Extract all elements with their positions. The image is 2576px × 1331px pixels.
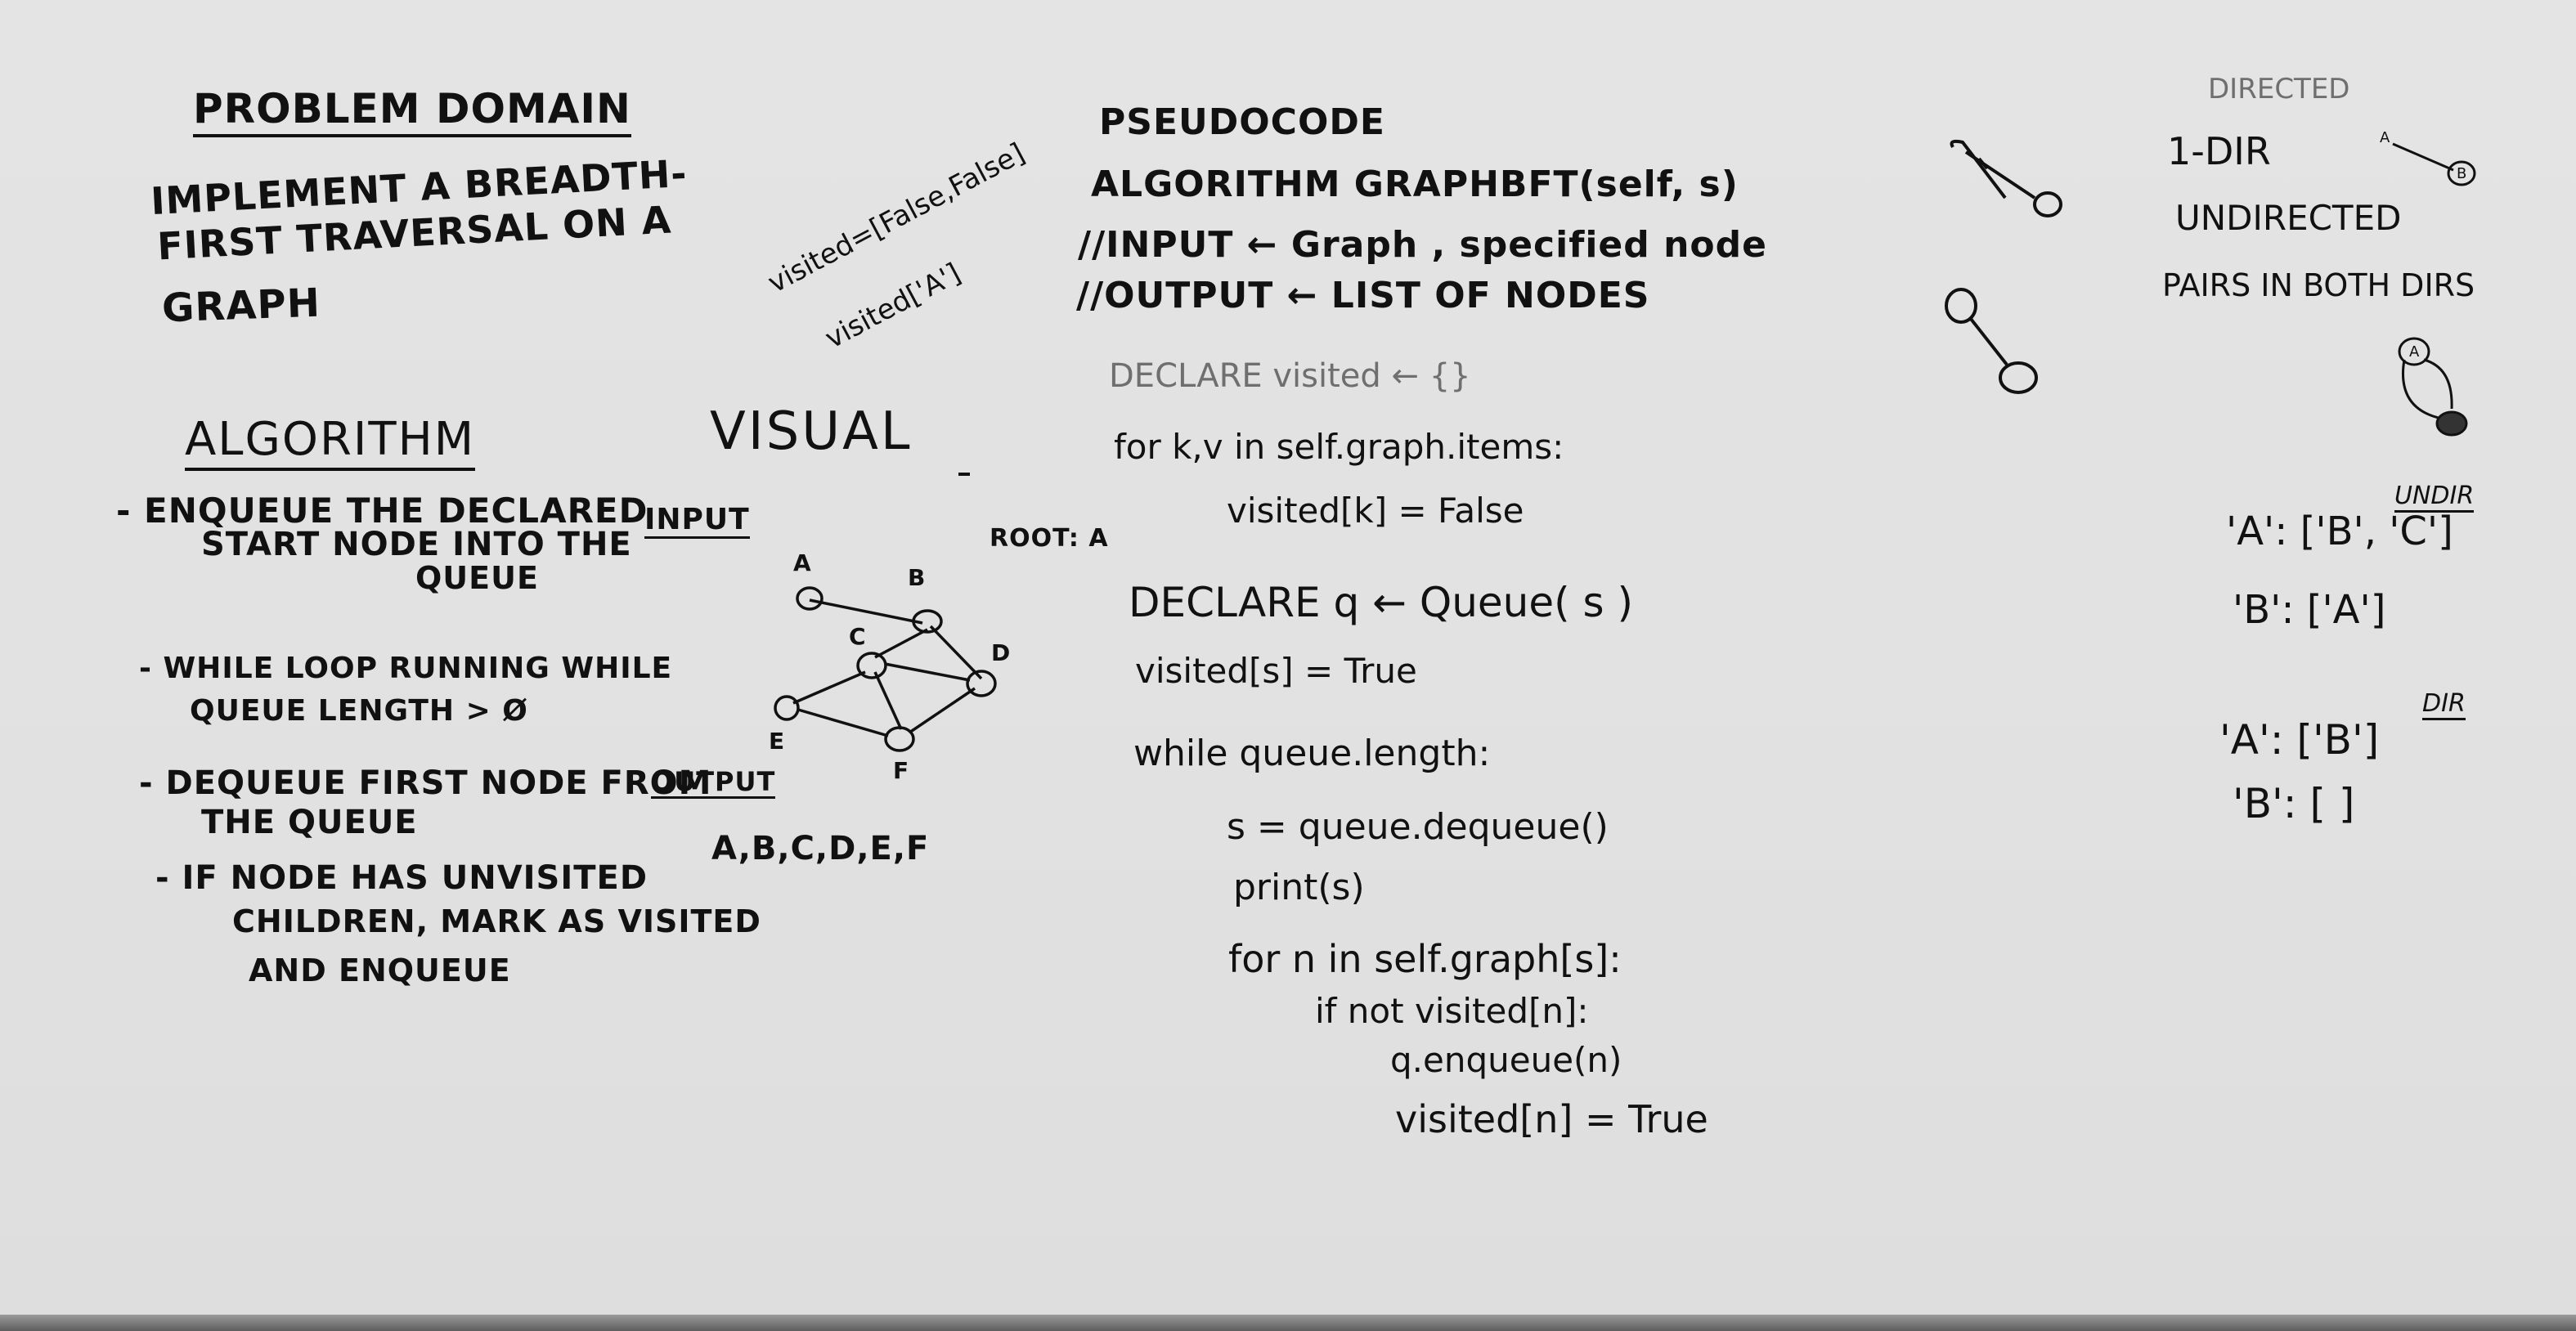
edge-c-e	[792, 670, 866, 705]
dir-adjacency-b: 'B': [ ]	[2233, 780, 2355, 827]
graph-node-e	[774, 695, 800, 721]
undir-adjacency-b: 'B': ['A']	[2233, 587, 2386, 633]
dir-adjacency-a: 'A': ['B']	[2219, 716, 2380, 764]
graph-node-d	[966, 670, 997, 697]
pseudocode-for-items: for k,v in self.graph.items:	[1114, 427, 1564, 467]
algorithm-step4-line2: CHILDREN, MARK AS VISITED	[232, 903, 761, 939]
algorithm-step3-line1: - DEQUEUE FIRST NODE FROM	[139, 764, 712, 802]
pseudocode-while: while queue.length:	[1133, 733, 1491, 774]
visited-a-note: visited['A']	[819, 257, 967, 356]
edge-e-f	[797, 708, 889, 737]
pseudocode-if-not: if not visited[n]:	[1315, 991, 1589, 1031]
algorithm-step2-line2: QUEUE LENGTH > Ø	[190, 694, 528, 728]
pseudocode-input: //INPUT ← Graph , specified node	[1078, 224, 1767, 266]
undir-adjacency-a: 'A': ['B', 'C']	[2226, 509, 2453, 554]
problem-domain-heading: PROBLEM DOMAIN	[193, 88, 631, 137]
edge-c-f	[873, 671, 903, 730]
graph-label-e: E	[769, 728, 784, 755]
undirected-label: UNDIRECTED	[2175, 198, 2402, 238]
algorithm-step4-line1: - IF NODE HAS UNVISITED	[155, 859, 648, 897]
pseudocode-heading: PSEUDOCODE	[1099, 101, 1385, 143]
undir-node-b	[2435, 410, 2468, 437]
algorithm-step1-line1: - ENQUEUE THE DECLARED	[116, 491, 648, 531]
graph-node-f	[884, 726, 915, 752]
graph-label-d: D	[991, 639, 1010, 666]
graph-node-a	[796, 586, 824, 611]
output-label: OUTPUT	[651, 766, 776, 799]
algorithm-step1-line2: START NODE INTO THE	[201, 526, 632, 563]
undir-loop-edge	[2402, 358, 2453, 420]
visited-array-note: visited=[False,False]	[762, 137, 1030, 300]
algorithm-heading: ALGORITHM	[185, 417, 476, 471]
pseudocode-set-true-n: visited[n] = True	[1395, 1097, 1708, 1141]
dir-node-a-label: A	[2380, 129, 2390, 146]
graph-label-b: B	[908, 564, 925, 591]
example-graph: A B C D E F	[769, 549, 1010, 784]
pseudocode-set-true-s: visited[s] = True	[1135, 651, 1417, 691]
dir-arrow-edge	[2392, 142, 2454, 172]
directed-sketch-node	[2033, 191, 2062, 217]
pseudocode-dequeue: s = queue.dequeue()	[1227, 806, 1609, 848]
directed-label: DIRECTED	[2208, 73, 2350, 105]
algorithm-step1-line3: QUEUE	[415, 560, 539, 596]
undirected-sketch-node-a	[1945, 288, 1977, 324]
graph-label-c: C	[849, 623, 866, 650]
input-label: INPUT	[644, 505, 750, 539]
edge-b-c	[874, 628, 928, 659]
whiteboard-tray	[0, 1315, 2576, 1331]
pseudocode-output: //OUTPUT ← LIST OF NODES	[1076, 275, 1650, 316]
edge-d-f	[909, 687, 976, 734]
edge-c-d	[884, 662, 971, 682]
graph-label-a: A	[793, 549, 811, 576]
pseudocode-declare-q: DECLARE q ← Queue( s )	[1129, 579, 1633, 626]
pseudocode-enqueue: q.enqueue(n)	[1390, 1040, 1622, 1080]
edge-sketches	[1945, 139, 2062, 394]
graph-label-f: F	[893, 757, 909, 784]
edge-a-b	[809, 598, 923, 625]
edge-b-d	[929, 625, 983, 680]
pseudocode-print: print(s)	[1233, 867, 1365, 908]
undir-tag: UNDIR	[2394, 484, 2475, 513]
visual-dash	[958, 473, 970, 476]
visual-heading: VISUAL	[710, 401, 913, 462]
pseudocode-signature: ALGORITHM GRAPHBFT(self, s)	[1091, 164, 1739, 205]
dir-node-b-label: B	[2457, 165, 2466, 182]
output-value: A,B,C,D,E,F	[711, 830, 930, 867]
undir-node-a-label: A	[2409, 343, 2420, 361]
pseudocode-declare-visited: DECLARE visited ← {}	[1109, 357, 1471, 395]
one-dir-label: 1-DIR	[2167, 129, 2271, 173]
algorithm-step3-line2: THE QUEUE	[201, 804, 418, 841]
pseudocode-for-n: for n in self.graph[s]:	[1228, 937, 1622, 981]
dir-tag: DIR	[2422, 692, 2466, 720]
algorithm-step4-line3: AND ENQUEUE	[249, 952, 511, 988]
algorithm-step2-line1: - WHILE LOOP RUNNING WHILE	[139, 652, 673, 685]
whiteboard: PROBLEM DOMAIN IMPLEMENT A BREADTH- FIRS…	[0, 0, 2576, 1331]
graph-node-c	[856, 652, 887, 679]
undirected-sketch-node-b	[1999, 361, 2038, 394]
directed-edge-sketch	[1950, 139, 2007, 199]
dir-undir-diagram: A B A	[2380, 129, 2476, 437]
problem-line-3: GRAPH	[161, 280, 321, 332]
pseudocode-set-false: visited[k] = False	[1227, 491, 1524, 531]
